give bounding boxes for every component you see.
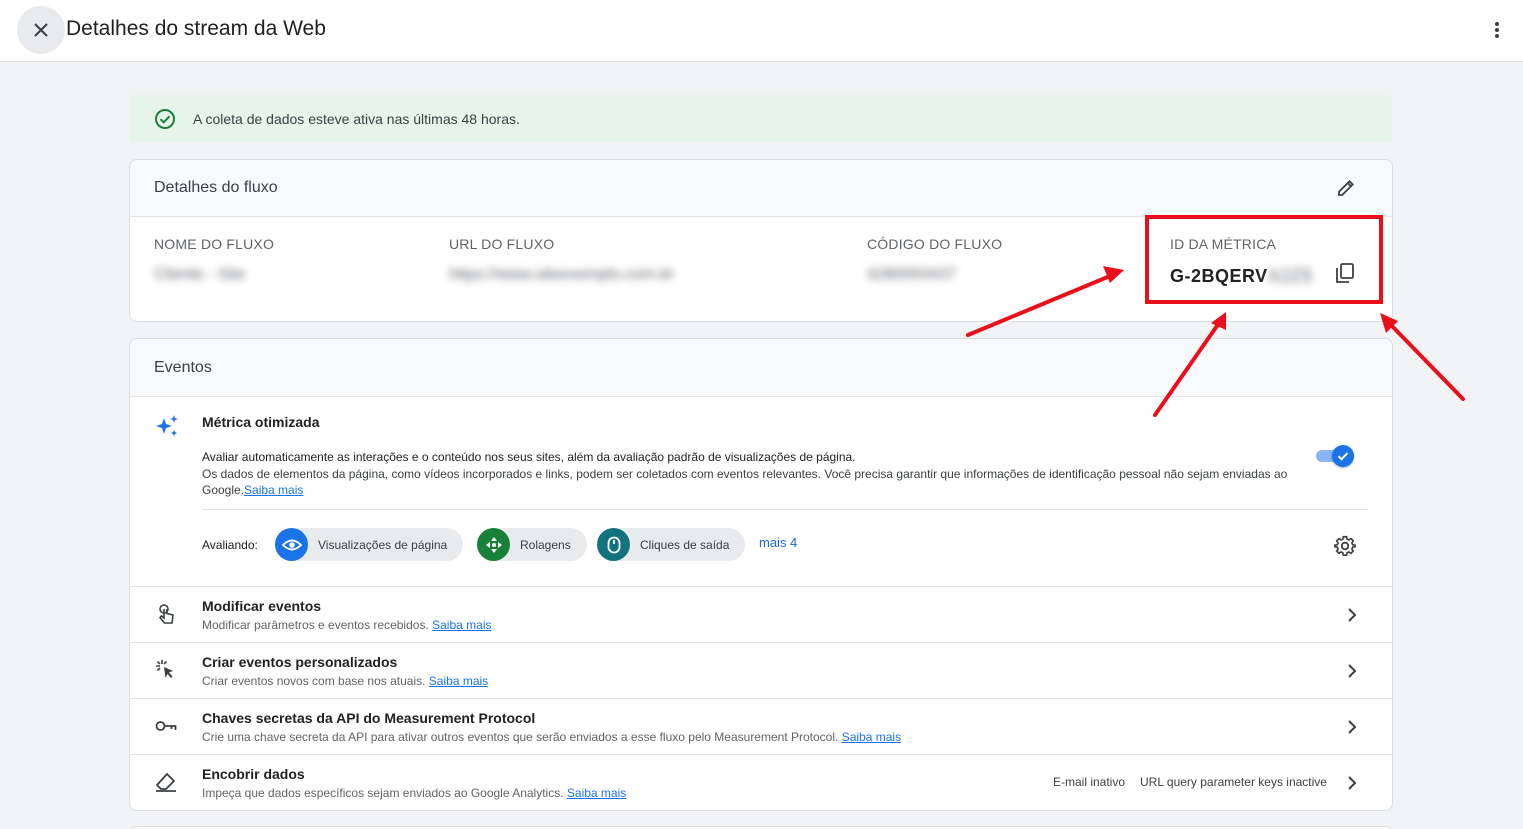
chevron-right-icon [1342,715,1362,739]
pencil-icon [1338,180,1354,196]
chip-scrolls[interactable]: Rolagens [477,528,587,561]
row-modify-events[interactable]: Modificar eventos Modificar parâmetros e… [130,586,1392,642]
row-create-events-desc-text: Criar eventos novos com base nos atuais. [202,674,426,688]
touch-icon [154,602,178,626]
row-modify-events-title: Modificar eventos [202,598,322,614]
row-redact-data-link[interactable]: Saiba mais [567,786,626,800]
divider [202,509,1368,510]
crosshair-icon [477,528,510,561]
row-redact-data-title: Encobrir dados [202,766,305,782]
page-title: Detalhes do stream da Web [66,17,326,40]
events-header: Eventos [130,339,1392,397]
stream-code-field: CÓDIGO DO FLUXO 4280093437 [867,236,1002,284]
row-create-events[interactable]: Criar eventos personalizados Criar event… [130,642,1392,698]
stream-code-label: CÓDIGO DO FLUXO [867,236,1003,252]
stream-name-field: NOME DO FLUXO Cliente - Site [154,236,274,284]
events-title: Eventos [154,359,212,376]
close-icon [34,23,48,37]
eraser-icon [154,770,178,794]
row-modify-events-desc: Modificar parâmetros e eventos recebidos… [202,618,492,632]
row-redact-data-desc-text: Impeça que dados específicos sejam envia… [202,786,564,800]
check-icon [1337,452,1349,461]
chevron-right-icon [1342,603,1362,627]
chevron-right-icon [1342,771,1362,795]
row-modify-events-desc-text: Modificar parâmetros e eventos recebidos… [202,618,429,632]
evaluating-label: Avaliando: [202,538,258,552]
annotation-highlight-box [1145,215,1383,304]
stream-url-value: https://www.siteexemplo.com.br [449,266,674,283]
click-sparkle-icon [154,658,178,682]
edit-button[interactable] [1334,176,1358,200]
optimized-metrics-title: Métrica otimizada [202,414,320,430]
events-card: Eventos Métrica otimizada Avaliar automa… [129,338,1393,811]
more-vert-icon [1495,22,1499,38]
stream-name-label: NOME DO FLUXO [154,236,275,252]
row-create-events-link[interactable]: Saiba mais [429,674,488,688]
row-create-events-title: Criar eventos personalizados [202,654,398,670]
chip-outbound-clicks[interactable]: Cliques de saída [597,528,746,561]
top-bar: Detalhes do stream da Web [0,0,1523,62]
more-chips-link[interactable]: mais 4 [759,535,797,550]
chip-page-views[interactable]: Visualizações de página [275,528,464,561]
stream-details-header: Detalhes do fluxo [130,160,1392,217]
row-api-secrets[interactable]: Chaves secretas da API do Measurement Pr… [130,698,1392,754]
status-banner: A coleta de dados esteve ativa nas últim… [130,95,1392,142]
row-api-secrets-link[interactable]: Saiba mais [842,730,901,744]
check-circle-icon [154,108,176,130]
row-api-secrets-desc: Crie uma chave secreta da API para ativa… [202,730,901,744]
sparkle-icon [156,415,178,436]
optimized-metrics-note: Os dados de elementos da página, como ví… [202,466,1292,498]
row-api-secrets-title: Chaves secretas da API do Measurement Pr… [202,710,536,726]
row-redact-data-desc: Impeça que dados específicos sejam envia… [202,786,626,800]
row-api-secrets-desc-text: Crie uma chave secreta da API para ativa… [202,730,839,744]
mouse-icon [597,528,630,561]
chip-page-views-label: Visualizações de página [318,537,448,552]
optimized-metrics-toggle[interactable] [1316,445,1354,467]
key-icon [154,714,178,738]
chip-outbound-clicks-label: Cliques de saída [640,537,730,552]
status-badge-email: E-mail inativo [1053,775,1126,789]
eye-icon [275,528,308,561]
learn-more-link[interactable]: Saiba mais [244,483,303,497]
stream-details-title: Detalhes do fluxo [154,179,278,196]
more-options-button[interactable] [1484,16,1510,44]
stream-code-value: 4280093437 [867,266,956,283]
stream-url-field: URL DO FLUXO https://www.siteexemplo.com… [449,236,674,284]
status-badge-url-query: URL query parameter keys inactive [1140,775,1327,789]
gear-icon[interactable] [1333,534,1357,558]
row-modify-events-link[interactable]: Saiba mais [432,618,491,632]
status-banner-text: A coleta de dados esteve ativa nas últim… [193,110,520,127]
close-button[interactable] [17,6,65,54]
chip-scrolls-label: Rolagens [520,537,571,552]
optimized-metrics-desc: Avaliar automaticamente as interações e … [202,450,856,464]
toggle-knob [1332,445,1354,467]
optimized-metrics-note-text: Os dados de elementos da página, como ví… [202,467,1288,497]
stream-url-label: URL DO FLUXO [449,236,555,252]
chevron-right-icon [1342,659,1362,683]
row-create-events-desc: Criar eventos novos com base nos atuais.… [202,674,488,688]
stream-name-value: Cliente - Site [154,266,246,283]
row-redact-data[interactable]: Encobrir dados Impeça que dados específi… [130,754,1392,810]
